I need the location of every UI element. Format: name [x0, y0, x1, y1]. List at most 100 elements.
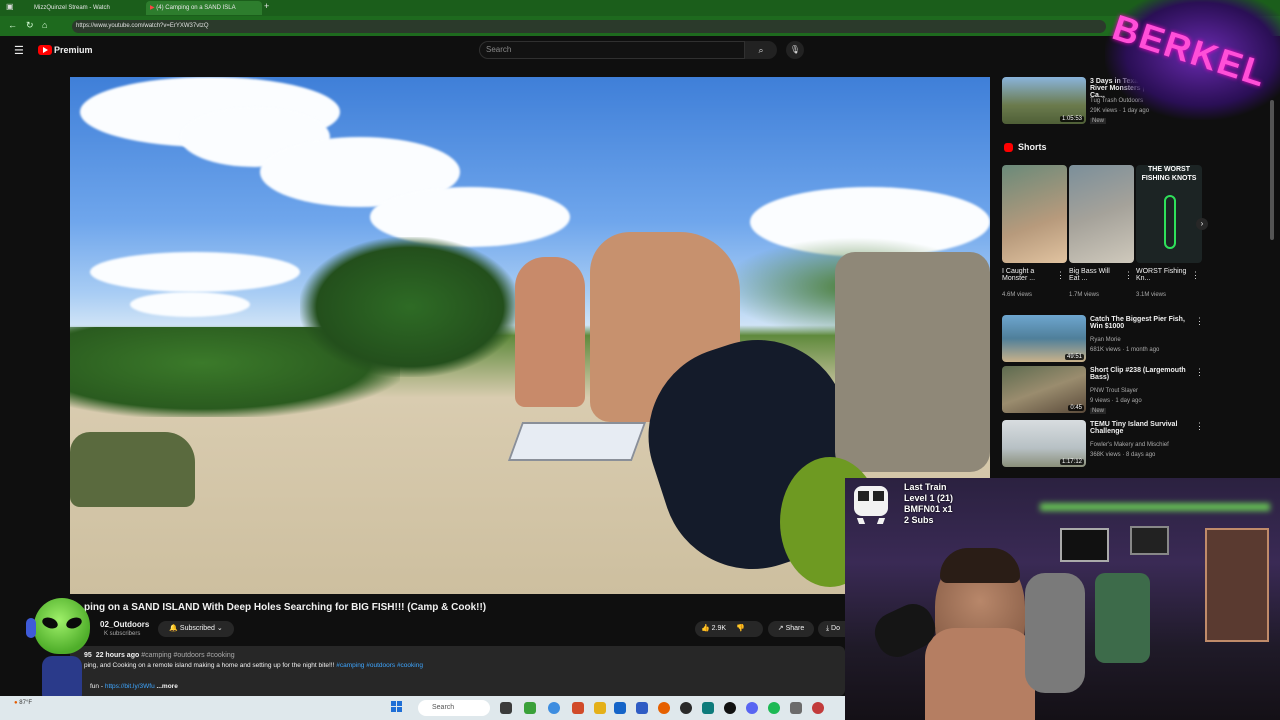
- app-icon[interactable]: [636, 702, 648, 714]
- table: [507, 422, 647, 461]
- hair: [940, 548, 1020, 583]
- streamer-body: [925, 628, 1035, 720]
- alien-avatar: [22, 596, 102, 708]
- app-icon[interactable]: [572, 702, 584, 714]
- home-icon[interactable]: ⌂: [42, 20, 47, 30]
- sidebar-channel: Ryan Morie: [1090, 337, 1121, 343]
- search-icon[interactable]: ⌕: [745, 41, 777, 59]
- app-icon[interactable]: [702, 702, 714, 714]
- url-field[interactable]: https://www.youtube.com/watch?v=ErYXW37v…: [72, 20, 1106, 33]
- subscribed-button[interactable]: 🔔 Subscribed ⌄: [158, 621, 234, 637]
- duffel-bag: [70, 432, 195, 507]
- wall-frame: [1130, 526, 1169, 555]
- microphone-icon[interactable]: 🎙: [786, 41, 804, 59]
- person-1: [515, 257, 585, 407]
- description-link-line: fun - https://bit.ly/3Wfu ...more: [90, 683, 178, 690]
- search-input[interactable]: Search: [479, 41, 745, 59]
- more-options-icon[interactable]: ⋮: [1191, 270, 1200, 281]
- sidebar-channel: Fowler's Makery and Mischief: [1090, 442, 1169, 448]
- more-options-icon[interactable]: ⋮: [1195, 367, 1204, 378]
- outlook-icon[interactable]: [614, 702, 626, 714]
- short-thumb-2[interactable]: [1069, 165, 1134, 263]
- sidebar-thumb[interactable]: 0:45: [1002, 366, 1086, 413]
- channel-name[interactable]: 02_Outdoors: [100, 620, 149, 629]
- download-button[interactable]: ⤓ Do: [818, 621, 848, 637]
- refresh-icon[interactable]: ↻: [26, 20, 34, 31]
- weather-widget[interactable]: ● 87°F: [14, 700, 32, 706]
- sidebar-meta: 681K views · 1 month ago: [1090, 347, 1160, 353]
- sidebar-thumb[interactable]: 1:17:12: [1002, 420, 1086, 467]
- new-badge: New: [1090, 118, 1107, 124]
- more-options-icon[interactable]: ⋮: [1124, 270, 1133, 281]
- app-icon[interactable]: [524, 702, 536, 714]
- knot-graphic: [1164, 195, 1176, 249]
- short-title[interactable]: WORST Fishing Kn...: [1136, 268, 1188, 282]
- description-hashtags[interactable]: #camping #outdoors #cooking: [336, 662, 423, 669]
- sidebar-thumb[interactable]: 49:51: [1002, 315, 1086, 362]
- tab-youtube-video[interactable]: ▶ (4) Camping on a SAND ISLA: [146, 1, 262, 15]
- video-stats: 95 22 hours ago #camping #outdoors #cook…: [84, 652, 235, 659]
- spotify-icon[interactable]: [768, 702, 780, 714]
- short-title[interactable]: Big Bass Will Eat ...: [1069, 268, 1121, 282]
- task-view-icon[interactable]: [500, 702, 512, 714]
- scrollbar[interactable]: [1270, 100, 1274, 240]
- short-views: 4.6M views: [1002, 292, 1033, 298]
- shorts-heading: Shorts: [1018, 142, 1047, 152]
- description-text: ping, and Cooking on a remote island mak…: [84, 662, 423, 669]
- short-thumb-1[interactable]: [1002, 165, 1067, 263]
- folder-icon[interactable]: [594, 702, 606, 714]
- sidebar-meta: 9 views · 1 day ago: [1090, 398, 1142, 404]
- train-overlay-text: Last Train Level 1 (21) BMFN01 x1 2 Subs: [904, 482, 953, 526]
- subscriber-count: K subscribers: [104, 631, 141, 637]
- overlay-user: BMFN01 x1: [904, 504, 953, 514]
- discord-icon[interactable]: [746, 702, 758, 714]
- new-tab-icon[interactable]: +: [264, 1, 269, 11]
- tab-menu-icon[interactable]: ▣: [6, 2, 14, 11]
- youtube-logo-icon[interactable]: [38, 45, 52, 55]
- share-icon: ↗: [777, 625, 786, 632]
- sidebar-thumb-top[interactable]: 1:05:53: [1002, 77, 1086, 124]
- app-icon[interactable]: [680, 702, 692, 714]
- new-badge: New: [1090, 408, 1107, 414]
- stream-logo: BERKEL: [1105, 0, 1280, 120]
- door: [1205, 528, 1269, 642]
- app-icon[interactable]: [724, 702, 736, 714]
- wall-frame: [1060, 528, 1109, 562]
- app-icon[interactable]: [790, 702, 802, 714]
- headphones-icon: [26, 618, 36, 638]
- taskbar-search[interactable]: Search: [418, 700, 490, 716]
- edge-icon[interactable]: [548, 702, 560, 714]
- overlay-subs: 2 Subs: [904, 515, 934, 525]
- more-button[interactable]: ...more: [157, 683, 178, 690]
- menu-icon[interactable]: ☰: [14, 44, 24, 57]
- firefox-icon[interactable]: [658, 702, 670, 714]
- like-button[interactable]: 👍 2.9K 👎: [695, 621, 763, 637]
- overlay-level: Level 1 (21): [904, 493, 954, 503]
- youtube-premium-label[interactable]: Premium: [54, 45, 93, 55]
- train-icon: [850, 484, 892, 526]
- sidebar-video-title[interactable]: Short Clip #238 (Largemouth Bass): [1090, 367, 1190, 381]
- thumbs-up-icon: 👍: [701, 625, 712, 632]
- thumbs-down-icon[interactable]: 👎: [736, 625, 745, 632]
- app-icon[interactable]: [812, 702, 824, 714]
- shorts-next-icon[interactable]: ›: [1196, 218, 1208, 230]
- short-thumb-3[interactable]: THE WORST FISHING KNOTS: [1136, 165, 1202, 263]
- sidebar-video-title[interactable]: Catch The Biggest Pier Fish, Win $1000: [1090, 316, 1190, 330]
- short-views: 1.7M views: [1069, 292, 1100, 298]
- more-options-icon[interactable]: ⋮: [1195, 421, 1204, 432]
- tab-mizzquinzel[interactable]: MizzQuinzel Stream - Watch: [30, 1, 140, 15]
- more-options-icon[interactable]: ⋮: [1056, 270, 1065, 281]
- shorts-icon: [1004, 143, 1013, 152]
- sidebar-meta: 368K views · 8 days ago: [1090, 452, 1156, 458]
- short-title[interactable]: I Caught a Monster ...: [1002, 268, 1054, 282]
- description-link[interactable]: https://bit.ly/3Wfu: [105, 683, 155, 690]
- description-box[interactable]: 95 22 hours ago #camping #outdoors #cook…: [70, 646, 845, 696]
- more-options-icon[interactable]: ⋮: [1195, 316, 1204, 327]
- short-thumb-text: THE WORST FISHING KNOTS: [1141, 166, 1197, 182]
- back-icon[interactable]: ←: [8, 20, 17, 30]
- windows-start-icon[interactable]: [391, 701, 403, 713]
- bell-icon: 🔔: [169, 625, 180, 632]
- sidebar-video-title[interactable]: TEMU Tiny Island Survival Challenge: [1090, 421, 1190, 435]
- hanging-jacket: [1095, 573, 1150, 663]
- share-button[interactable]: ↗ Share: [768, 621, 814, 637]
